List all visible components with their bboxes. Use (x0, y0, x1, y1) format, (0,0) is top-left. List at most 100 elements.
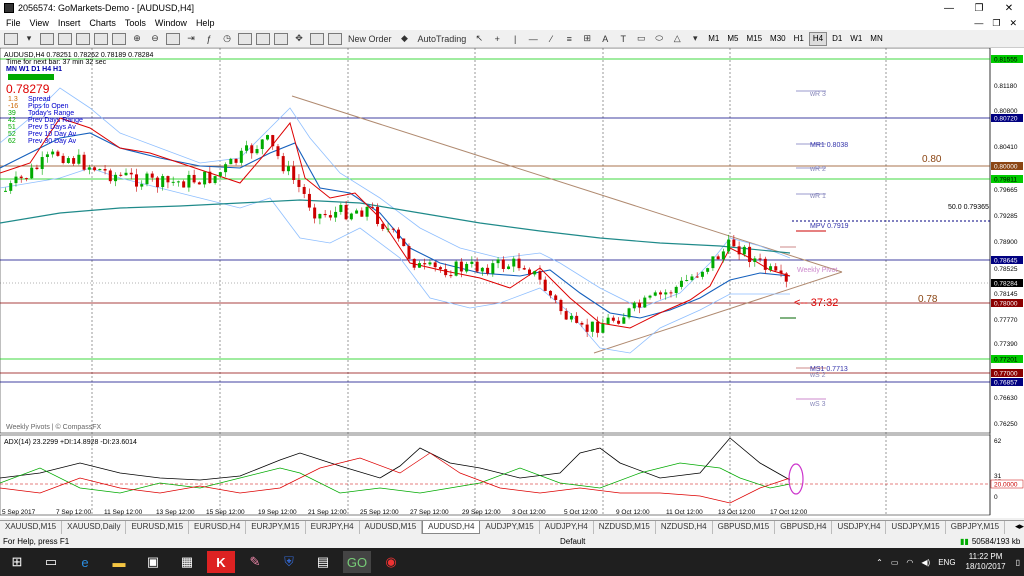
menu-tools[interactable]: Tools (125, 18, 146, 28)
chart-shift-icon[interactable]: ⇥ (184, 32, 198, 46)
metaeditor-book-icon[interactable]: ◆ (398, 32, 412, 46)
history-icon[interactable] (328, 32, 342, 45)
tf-m30[interactable]: M30 (767, 32, 789, 46)
tab-nzdusd-m15[interactable]: NZDUSD,M15 (594, 521, 656, 534)
triangle-icon[interactable]: △ (670, 32, 684, 46)
menu-file[interactable]: File (6, 18, 21, 28)
tray-wifi-icon[interactable]: ◠ (906, 558, 913, 567)
windows-start-icon[interactable]: ⊞ (3, 551, 31, 573)
tab-xauusd-m15[interactable]: XAUUSD,M15 (0, 521, 63, 534)
gomarkets-icon[interactable]: GO (343, 551, 371, 573)
clock[interactable]: 11:22 PM 18/10/2017 (966, 552, 1006, 572)
calculator-icon[interactable]: ▦ (173, 551, 201, 573)
new-chart-icon[interactable] (4, 32, 18, 45)
menu-view[interactable]: View (30, 18, 49, 28)
ellipse-icon[interactable]: ⬭ (652, 32, 666, 46)
tab-eurusd-m15[interactable]: EURUSD,M15 (126, 521, 190, 534)
tf-h4[interactable]: H4 (808, 31, 828, 46)
candle-body (255, 149, 259, 154)
menu-window[interactable]: Window (155, 18, 187, 28)
strategy-tester-icon[interactable] (112, 32, 126, 45)
tab-eurjpy-m15[interactable]: EURJPY,M15 (246, 521, 306, 534)
market-watch-icon[interactable] (40, 32, 54, 45)
tray-up-icon[interactable]: ⌃ (876, 558, 883, 567)
templates-icon[interactable] (238, 32, 252, 45)
terminal-icon[interactable] (94, 32, 108, 45)
tf-m5[interactable]: M5 (724, 32, 741, 46)
autotrading-button[interactable]: AutoTrading (416, 32, 469, 46)
tf-m1[interactable]: M1 (705, 32, 722, 46)
tab-gbpjpy-m15[interactable]: GBPJPY,M15 (946, 521, 1006, 534)
candle-body (218, 172, 222, 177)
task-view-icon[interactable]: ▭ (37, 551, 65, 573)
tf-mn[interactable]: MN (867, 32, 885, 46)
chart-window[interactable]: AUDUSD,H4 0.78251 0.78262 0.78189 0.7828… (0, 47, 1024, 518)
channel-icon[interactable]: ≡ (562, 32, 576, 46)
text-icon[interactable]: A (598, 32, 612, 46)
tab-eurusd-h4[interactable]: EURUSD,H4 (189, 521, 247, 534)
menu-insert[interactable]: Insert (58, 18, 81, 28)
tf-w1[interactable]: W1 (847, 32, 865, 46)
profiles-icon[interactable]: ▾ (22, 32, 36, 46)
edge-icon[interactable]: e (71, 551, 99, 573)
tab-audjpy-h4[interactable]: AUDJPY,H4 (540, 521, 594, 534)
notifications-icon[interactable]: ▯ (1016, 558, 1020, 567)
candle-body (40, 157, 44, 170)
crosshair-icon[interactable]: ✥ (292, 32, 306, 46)
tab-nzdusd-h4[interactable]: NZDUSD,H4 (656, 521, 713, 534)
tab-gbpusd-m15[interactable]: GBPUSD,M15 (713, 521, 776, 534)
tab-eurjpy-h4[interactable]: EURJPY,H4 (306, 521, 360, 534)
tile-icon[interactable] (166, 32, 180, 45)
tab-usdjpy-h4[interactable]: USDJPY,H4 (832, 521, 887, 534)
tab-audjpy-m15[interactable]: AUDJPY,M15 (480, 521, 540, 534)
chrome-icon[interactable]: ◉ (377, 551, 405, 573)
candle-body (339, 204, 343, 212)
cursor-icon[interactable]: ↖ (472, 32, 486, 46)
tab-usdjpy-m15[interactable]: USDJPY,M15 (886, 521, 946, 534)
periods-icon[interactable]: ◷ (220, 32, 234, 46)
indicators-icon[interactable]: ƒ (202, 32, 216, 46)
crosshair-tool-icon[interactable]: + (490, 32, 504, 46)
data-window-icon[interactable] (58, 32, 72, 45)
minimize-icon[interactable]: — (934, 0, 964, 16)
tray-language[interactable]: ENG (938, 558, 955, 567)
close-icon[interactable]: ✕ (994, 0, 1024, 16)
options-icon[interactable] (310, 32, 324, 45)
objects-icon[interactable] (256, 32, 270, 45)
photos-icon[interactable]: ▤ (309, 551, 337, 573)
file-explorer-icon[interactable]: ▬ (105, 551, 133, 573)
tf-d1[interactable]: D1 (829, 32, 845, 46)
defender-icon[interactable]: ⛨ (275, 551, 303, 573)
horizontal-line-icon[interactable]: — (526, 32, 540, 46)
tf-m15[interactable]: M15 (743, 32, 765, 46)
metaeditor-icon[interactable] (274, 32, 288, 45)
tab-audusd-m15[interactable]: AUDUSD,M15 (360, 521, 423, 534)
store-icon[interactable]: ▣ (139, 551, 167, 573)
tray-network-icon[interactable]: ▭ (891, 558, 899, 567)
tab-gbpusd-h4[interactable]: GBPUSD,H4 (775, 521, 833, 534)
label-icon[interactable]: T (616, 32, 630, 46)
new-order-button[interactable]: New Order (346, 32, 394, 46)
vertical-line-icon[interactable]: | (508, 32, 522, 46)
trendline-icon[interactable]: ⁄ (544, 32, 558, 46)
tab-audusd-h4[interactable]: AUDUSD,H4 (422, 521, 481, 534)
mdi-close-icon[interactable]: ✕ (1009, 18, 1017, 29)
tf-h1[interactable]: H1 (791, 32, 807, 46)
zoom-in-icon[interactable]: ⊕ (130, 32, 144, 46)
menu-help[interactable]: Help (196, 18, 215, 28)
tab-xauusd-daily[interactable]: XAUUSD,Daily (62, 521, 127, 534)
tray-volume-icon[interactable]: ◀) (921, 558, 930, 567)
tab-scroll-right-icon[interactable]: ▸ (1019, 521, 1024, 534)
rectangle-icon[interactable]: ▭ (634, 32, 648, 46)
mdi-minimize-icon[interactable]: — (974, 18, 983, 29)
paint-icon[interactable]: ✎ (241, 551, 269, 573)
maximize-icon[interactable]: ❐ (964, 0, 994, 16)
mdi-restore-icon[interactable]: ❐ (992, 18, 1000, 29)
k-app-icon[interactable]: K (207, 551, 235, 573)
navigator-icon[interactable] (76, 32, 90, 45)
fibonacci-icon[interactable]: ⊞ (580, 32, 594, 46)
arrows-icon[interactable]: ▾ (688, 32, 702, 46)
zoom-out-icon[interactable]: ⊖ (148, 32, 162, 46)
menu-charts[interactable]: Charts (89, 18, 116, 28)
price-chart[interactable]: AUDUSD,H4 0.78251 0.78262 0.78189 0.7828… (0, 47, 1024, 518)
